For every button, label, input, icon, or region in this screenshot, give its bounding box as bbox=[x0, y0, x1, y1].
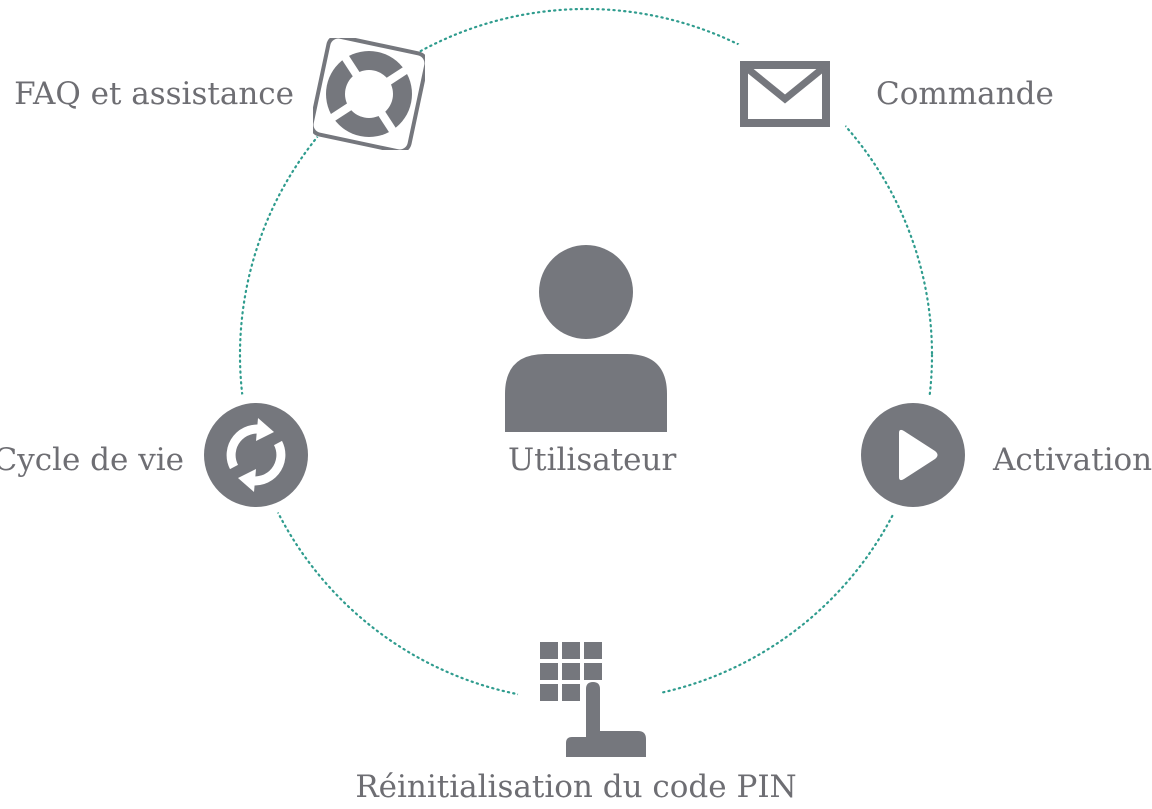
play-icon[interactable] bbox=[861, 403, 965, 507]
lifecycle-diagram: Utilisateur FAQ et assistance Commande C… bbox=[0, 0, 1152, 809]
cycle-label[interactable]: Cycle de vie bbox=[0, 445, 184, 476]
faq-label[interactable]: FAQ et assistance bbox=[14, 79, 294, 110]
pin-label[interactable]: Réinitialisation du code PIN bbox=[355, 772, 796, 803]
refresh-icon[interactable] bbox=[204, 403, 308, 507]
user-icon bbox=[505, 245, 667, 432]
envelope-icon[interactable] bbox=[740, 61, 830, 127]
center-label: Utilisateur bbox=[508, 442, 677, 478]
commande-label[interactable]: Commande bbox=[876, 79, 1054, 110]
lifebuoy-icon[interactable] bbox=[313, 38, 425, 150]
keypad-icon[interactable] bbox=[538, 640, 648, 758]
activation-label[interactable]: Activation bbox=[993, 445, 1152, 476]
